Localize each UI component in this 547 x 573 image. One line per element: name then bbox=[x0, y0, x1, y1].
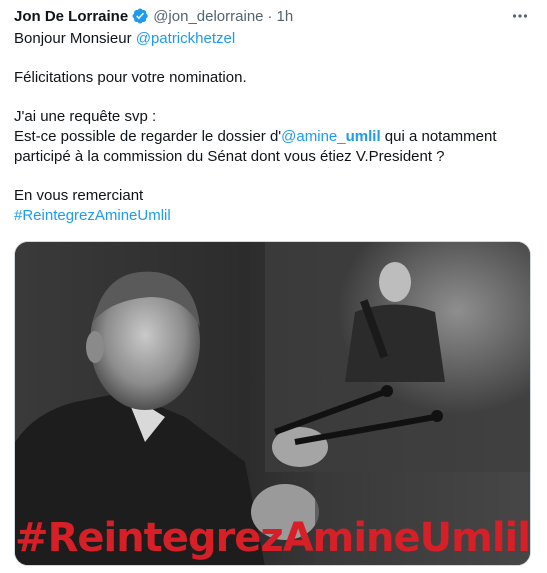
mention-patrickhetzel[interactable]: @patrickhetzel bbox=[136, 30, 235, 47]
author-handle[interactable]: @jon_delorraine bbox=[153, 8, 263, 25]
tweet-media-image[interactable]: #ReintegrezAmineUmlil bbox=[14, 241, 531, 566]
tweet-line-hashtag: #ReintegrezAmineUmlil bbox=[14, 206, 534, 226]
tweet-line-request: J'ai une requête svp : bbox=[14, 108, 157, 125]
verified-badge-icon[interactable] bbox=[131, 7, 149, 25]
question-suffix: qui a notamment bbox=[380, 128, 497, 145]
tweet-line-greeting: Bonjour Monsieur @patrickhetzel bbox=[14, 29, 534, 49]
tweet[interactable]: Jon De Lorraine @jon_delorraine · 1h Bon… bbox=[0, 0, 547, 573]
image-overlay-hashtag: #ReintegrezAmineUmlil bbox=[15, 515, 530, 561]
tweet-line-congrats: Félicitations pour votre nomination. bbox=[14, 69, 247, 86]
greeting-text: Bonjour Monsieur bbox=[14, 30, 136, 47]
mention-part-a: @amine_ bbox=[281, 128, 346, 145]
tweet-line-commission: participé à la commission du Sénat dont … bbox=[14, 148, 445, 165]
separator-dot: · bbox=[267, 7, 273, 25]
tweet-text: Bonjour Monsieur @patrickhetzel Félicita… bbox=[14, 29, 534, 226]
hashtag-link[interactable]: #ReintegrezAmineUmlil bbox=[14, 207, 171, 224]
tweet-line-question: Est-ce possible de regarder le dossier d… bbox=[14, 127, 534, 147]
mention-part-b: umlil bbox=[345, 128, 381, 145]
tweet-line-thanks: En vous remerciant bbox=[14, 187, 144, 204]
question-text: Est-ce possible de regarder le dossier d… bbox=[14, 128, 282, 145]
tweet-timestamp[interactable]: 1h bbox=[277, 8, 294, 25]
more-options-icon[interactable] bbox=[509, 6, 531, 26]
mention-amine-umlil[interactable]: @amine_umlil bbox=[281, 128, 380, 145]
author-display-name[interactable]: Jon De Lorraine bbox=[14, 8, 128, 25]
tweet-header: Jon De Lorraine @jon_delorraine · 1h bbox=[14, 6, 533, 26]
